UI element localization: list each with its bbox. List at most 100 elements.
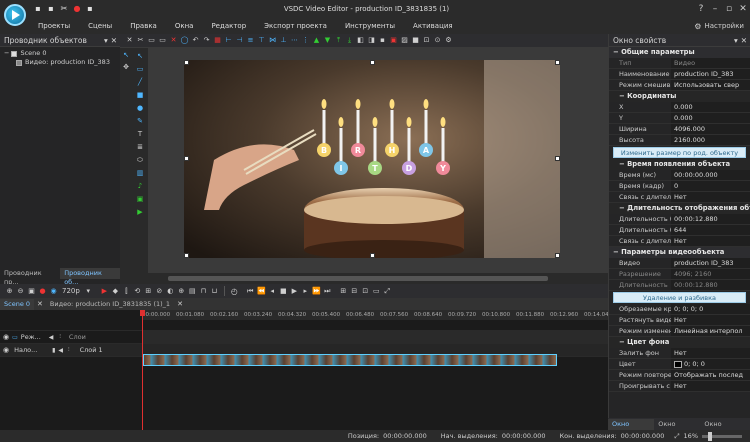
step-back-icon[interactable]: ⏪ — [257, 287, 266, 296]
prop-color[interactable]: Цвет 0; 0; 0 — [609, 359, 750, 370]
prop-width[interactable]: Ширина 4096.000 — [609, 124, 750, 135]
delete-icon[interactable]: ✕ — [169, 36, 178, 45]
frame-back-icon[interactable]: ◂ — [268, 287, 277, 296]
frame-fwd-icon[interactable]: ▸ — [301, 287, 310, 296]
resize-handle-br[interactable] — [555, 253, 560, 258]
audio-icon[interactable]: ⫶ — [68, 346, 70, 354]
magnet-icon[interactable]: ⊓ — [199, 287, 208, 296]
pointer-tool-icon[interactable]: ↖ — [135, 51, 145, 61]
zoom-in-icon[interactable]: ⊞ — [339, 287, 348, 296]
maximize-button[interactable]: ▫ — [722, 4, 736, 14]
track-overlay[interactable]: ◉ Нало... ▮ ◀ ⫶ Слой 1 — [0, 344, 608, 366]
align-middle-icon[interactable]: ⋈ — [268, 36, 277, 45]
tree-item-scene[interactable]: − Scene 0 — [4, 49, 116, 58]
menu-activation[interactable]: Активация — [413, 22, 453, 30]
copy-icon[interactable]: ▭ — [147, 36, 156, 45]
play-icon[interactable]: ▶ — [290, 287, 299, 296]
media-tool-icon[interactable]: ▶ — [135, 207, 145, 217]
section-bg-color[interactable]: − Цвет фона — [609, 337, 750, 348]
menu-windows[interactable]: Окна — [175, 22, 194, 30]
resize-handle-tl[interactable] — [184, 60, 189, 65]
eye-icon[interactable]: ◉ — [3, 346, 9, 354]
prop-blend[interactable]: Режим смешива Использовать свер — [609, 80, 750, 91]
prop-time-frame[interactable]: Время (кадр) 0 — [609, 181, 750, 192]
fill-icon[interactable]: ■ — [411, 36, 420, 45]
pin-icon[interactable]: ▾ — [104, 36, 108, 45]
tab-basic-effects[interactable]: Окно базов... — [700, 419, 750, 437]
tab-project-explorer[interactable]: Проводник пр... — [0, 268, 60, 286]
tab-close-icon[interactable]: ✕ — [177, 300, 183, 308]
close-icon[interactable]: ✕ — [741, 36, 747, 45]
pin-icon[interactable]: ▾ — [734, 36, 738, 45]
add-icon[interactable]: ⊕ — [5, 287, 14, 296]
snap-icon[interactable]: ▪ — [378, 36, 387, 45]
record-icon[interactable]: ● — [38, 287, 47, 296]
tab-object-explorer[interactable]: Проводник об... — [60, 268, 120, 286]
resize-to-parent-button[interactable]: Изменить размер по род. объекту — [613, 147, 746, 158]
color-swatch[interactable] — [674, 360, 682, 368]
time-ruler[interactable]: 00:00.000 00:01.080 00:02.160 00:03.240 00:0… — [142, 310, 609, 320]
tab-close-icon[interactable]: ✕ — [37, 300, 43, 308]
playhead[interactable] — [142, 310, 143, 430]
prop-video[interactable]: Видео production ID_383 — [609, 258, 750, 269]
prop-name[interactable]: Наименование production ID_383 — [609, 69, 750, 80]
pointer-icon[interactable]: ↖ — [120, 51, 132, 59]
align-center-icon[interactable]: ⊣ — [235, 36, 244, 45]
clock-icon[interactable]: ◴ — [230, 287, 239, 296]
playhead-handle[interactable] — [140, 310, 145, 316]
zoom-out-icon[interactable]: ⊟ — [350, 287, 359, 296]
tab-resources[interactable]: Окно ресу... — [654, 419, 700, 437]
step-fwd-icon[interactable]: ⏩ — [312, 287, 321, 296]
crossing-icon[interactable]: ✕ — [125, 36, 134, 45]
paste-icon[interactable]: ▭ — [158, 36, 167, 45]
prev-icon[interactable]: ⏮ — [246, 287, 255, 296]
dropdown-icon[interactable]: ▾ — [84, 287, 93, 296]
select-icon[interactable]: ◯ — [180, 36, 189, 45]
prop-x[interactable]: X 0.000 — [609, 102, 750, 113]
audio-tool-icon[interactable]: ♪ — [135, 181, 145, 191]
prop-link1[interactable]: Связь с длител Нет — [609, 192, 750, 203]
prop-dur-ms[interactable]: Длительность (00:00:12.880 — [609, 214, 750, 225]
gear-icon[interactable]: ⚙ — [694, 22, 701, 31]
prop-repeat[interactable]: Режим повторен Отображать послед — [609, 370, 750, 381]
resize-handle-bl[interactable] — [184, 253, 189, 258]
prop-height[interactable]: Высота 2160.000 — [609, 135, 750, 146]
resize-handle-r[interactable] — [555, 156, 560, 161]
prop-crop[interactable]: Обрезаемые края0; 0; 0; 0 — [609, 304, 750, 315]
move-icon[interactable]: ✥ — [120, 63, 132, 71]
video-clip[interactable] — [143, 354, 557, 366]
move-down-icon[interactable]: ▼ — [323, 36, 332, 45]
section-coords[interactable]: − Координаты — [609, 91, 750, 102]
preview-icon[interactable]: ◉ — [49, 287, 58, 296]
section-video-params[interactable]: − Параметры видеообъекта — [609, 247, 750, 258]
sprite-tool-icon[interactable]: ⬭ — [135, 155, 145, 165]
resize-handle-tr[interactable] — [555, 60, 560, 65]
prop-link2[interactable]: Связь с длител Нет — [609, 236, 750, 247]
align-right-icon[interactable]: ≡ — [246, 36, 255, 45]
minimize-button[interactable]: – — [708, 4, 722, 14]
remove-region-icon[interactable]: ▣ — [389, 36, 398, 45]
play-red-icon[interactable]: ▶ — [100, 287, 109, 296]
menu-projects[interactable]: Проекты — [38, 22, 70, 30]
volume-icon[interactable]: ◐ — [166, 287, 175, 296]
prop-stretch[interactable]: Растянуть видео Нет — [609, 315, 750, 326]
audio-icon[interactable]: ⫶ — [59, 333, 61, 341]
close-icon[interactable]: ✕ — [111, 36, 117, 45]
stop-icon[interactable]: ■ — [279, 287, 288, 296]
tab-properties[interactable]: Окно свой... — [608, 418, 655, 437]
tab-video-object[interactable]: Видео: production ID_3831835 (1)_1 — [46, 299, 174, 310]
remove-icon[interactable]: ⊖ — [16, 287, 25, 296]
menu-scenes[interactable]: Сцены — [88, 22, 112, 30]
quality-select[interactable]: 720p — [62, 287, 80, 295]
align-left-icon[interactable]: ⊢ — [224, 36, 233, 45]
link-icon[interactable]: ⊘ — [155, 287, 164, 296]
scrollbar-thumb[interactable] — [168, 276, 548, 281]
section-general[interactable]: − Общие параметры — [609, 47, 750, 58]
tab-scene-0[interactable]: Scene 0 — [0, 298, 35, 310]
crop-icon[interactable]: ⊡ — [422, 36, 431, 45]
undo-icon[interactable]: ↶ — [191, 36, 200, 45]
keyframe-icon[interactable]: ◆ — [111, 287, 120, 296]
prop-time-ms[interactable]: Время (мс) 00:00:00.000 — [609, 170, 750, 181]
marker-icon[interactable]: ▭ — [372, 287, 381, 296]
camera-icon[interactable]: ▣ — [27, 287, 36, 296]
